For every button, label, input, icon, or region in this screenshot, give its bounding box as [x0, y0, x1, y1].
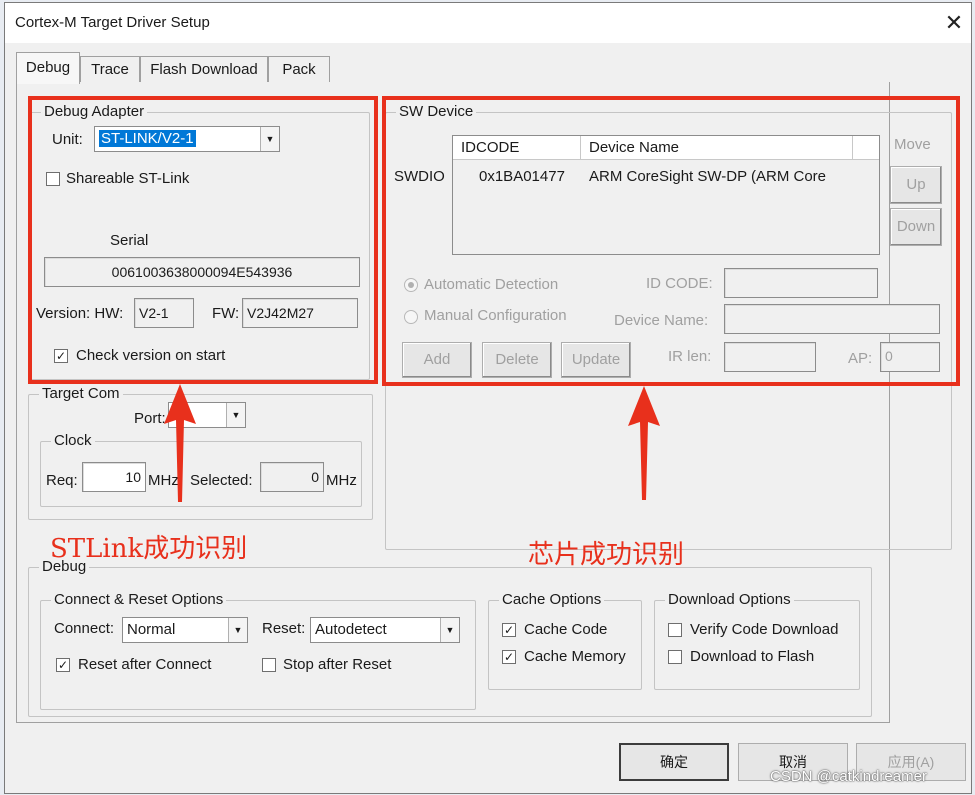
stop-after-reset-label: Stop after Reset [283, 656, 392, 673]
verify-code-download-label: Verify Code Download [690, 621, 839, 638]
cache-options-group: Cache Options [488, 591, 642, 690]
annotation-chip-note: 芯片成功识别 [528, 540, 685, 570]
tab-flash-download[interactable]: Flash Download [140, 56, 268, 83]
download-to-flash-checkbox[interactable] [668, 650, 682, 664]
verify-code-download-checkbox[interactable] [668, 623, 682, 637]
annotation-box-debug-adapter [28, 96, 378, 384]
connect-value: Normal [127, 621, 176, 638]
download-options-title: Download Options [665, 591, 794, 609]
tab-trace[interactable]: Trace [80, 56, 140, 83]
req-input[interactable]: 10 [82, 462, 146, 492]
watermark-text: CSDN @catkindreamer [770, 768, 927, 785]
reset-after-connect-label: Reset after Connect [78, 656, 212, 673]
target-com-title: Target Com [39, 385, 123, 403]
annotation-arrow-left [164, 384, 196, 502]
window-title: Cortex-M Target Driver Setup [15, 14, 210, 31]
req-label: Req: [46, 472, 78, 489]
annotation-box-sw-device [382, 96, 960, 386]
download-options-group: Download Options [654, 591, 860, 690]
reset-value: Autodetect [315, 621, 387, 638]
tab-pack[interactable]: Pack [268, 56, 330, 83]
selected-unit: MHz [326, 472, 357, 489]
connect-select[interactable]: Normal ▼ [122, 617, 248, 643]
chevron-down-icon: ▼ [440, 618, 459, 642]
stop-after-reset-checkbox[interactable] [262, 658, 276, 672]
cache-memory-checkbox[interactable]: ✓ [502, 650, 516, 664]
reset-select[interactable]: Autodetect ▼ [310, 617, 460, 643]
cache-code-checkbox[interactable]: ✓ [502, 623, 516, 637]
annotation-arrow-right [628, 386, 660, 500]
cache-memory-label: Cache Memory [524, 648, 626, 665]
cache-code-label: Cache Code [524, 621, 608, 638]
chevron-down-icon: ▼ [228, 618, 247, 642]
cache-options-title: Cache Options [499, 591, 605, 609]
clock-title: Clock [51, 432, 95, 450]
annotation-stlink-note: STLink成功识别 [50, 534, 248, 564]
selected-field: 0 [260, 462, 324, 492]
reset-label: Reset: [262, 620, 306, 637]
connect-reset-title: Connect & Reset Options [51, 591, 227, 609]
close-icon[interactable]: ✕ [940, 9, 968, 37]
download-to-flash-label: Download to Flash [690, 648, 815, 665]
title-bar: Cortex-M Target Driver Setup ✕ [5, 3, 971, 43]
tab-debug[interactable]: Debug [16, 52, 80, 84]
ok-button[interactable]: 确定 [619, 743, 729, 781]
connect-label: Connect: [54, 620, 115, 637]
chevron-down-icon: ▼ [226, 403, 245, 427]
reset-after-connect-checkbox[interactable]: ✓ [56, 658, 70, 672]
